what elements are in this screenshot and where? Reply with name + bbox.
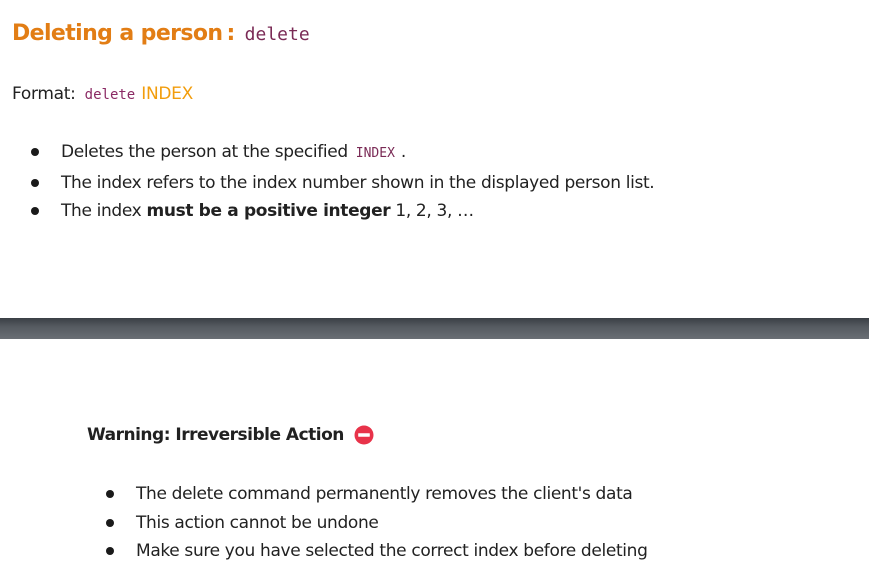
- description-item1-text: Deletes the person at the specified: [61, 142, 348, 162]
- format-label: Format:: [12, 84, 76, 104]
- warning-list: The delete command permanently removes t…: [106, 480, 648, 566]
- heading-separator: :: [226, 21, 235, 46]
- bullet-icon: [31, 207, 39, 215]
- bullet-icon: [31, 148, 39, 156]
- list-item: Make sure you have selected the correct …: [106, 537, 648, 566]
- description-item3-text: The index: [61, 201, 142, 221]
- warning-item-text: The delete command permanently removes t…: [136, 484, 633, 504]
- section-divider: [0, 318, 869, 339]
- list-item: The delete command permanently removes t…: [106, 480, 648, 509]
- description-item2-text: The index refers to the index number sho…: [61, 172, 655, 193]
- warning-title-text: Warning: Irreversible Action: [87, 425, 344, 445]
- bullet-icon: [31, 178, 39, 187]
- description-item3-bold: must be a positive integer: [146, 201, 391, 221]
- list-item: Deletes the person at the specified INDEX…: [31, 138, 654, 169]
- list-item: The index must be a positive integer 1, …: [31, 197, 654, 226]
- format-command-code: delete: [84, 87, 136, 103]
- warning-item-text: This action cannot be undone: [136, 512, 379, 533]
- heading-text: Deleting a person: [12, 21, 223, 46]
- list-item: This action cannot be undone: [106, 509, 648, 538]
- format-line: Format: delete INDEX: [12, 81, 193, 108]
- description-item1-end: .: [400, 142, 406, 162]
- bullet-icon: [106, 490, 114, 498]
- list-item: The index refers to the index number sho…: [31, 169, 655, 198]
- no-entry-icon: [354, 425, 374, 445]
- warning-item-text: Make sure you have selected the correct …: [136, 541, 648, 561]
- bullet-icon: [106, 547, 114, 555]
- index-code: INDEX: [355, 146, 395, 161]
- heading-command-code: delete: [244, 24, 310, 45]
- description-list: Deletes the person at the specified INDEX…: [31, 138, 655, 226]
- format-parameter: INDEX: [141, 84, 193, 104]
- warning-heading: Warning: Irreversible Action: [87, 422, 374, 448]
- bullet-icon: [106, 518, 114, 527]
- description-item3-end: 1, 2, 3, …: [395, 201, 474, 221]
- section-heading: Deleting a person: delete: [12, 17, 310, 52]
